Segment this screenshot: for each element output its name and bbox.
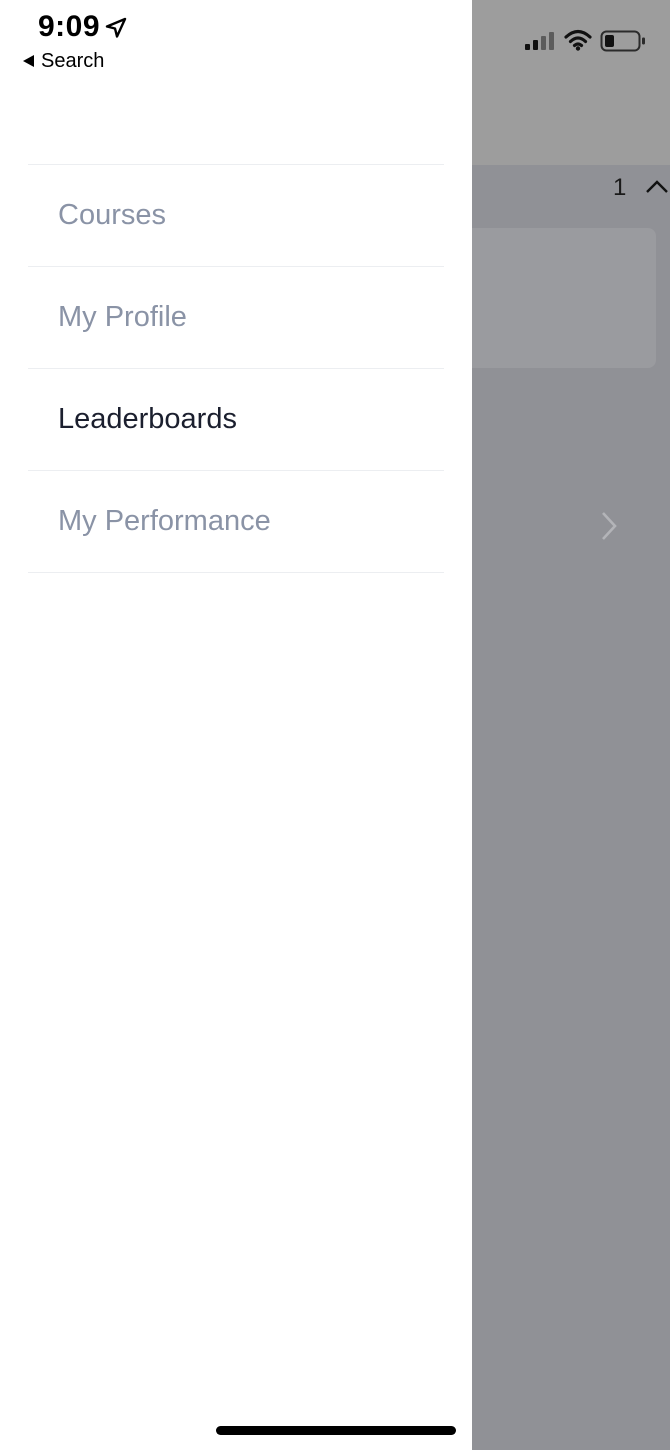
- battery-icon: [600, 30, 645, 52]
- chevron-up-icon: [646, 180, 668, 193]
- back-to-search-link[interactable]: Search: [22, 49, 104, 73]
- screen: 1 9:09 Search Courses My Profile Leaderb…: [0, 0, 670, 1450]
- cellular-signal-icon: [525, 32, 554, 50]
- menu-item-courses[interactable]: Courses: [28, 164, 444, 266]
- background-count: 1: [613, 174, 627, 201]
- background-header: [472, 0, 670, 165]
- location-arrow-icon: [105, 17, 127, 38]
- back-label: Search: [41, 49, 105, 72]
- menu-divider: [28, 572, 444, 573]
- wifi-icon: [564, 29, 592, 51]
- chevron-right-icon: [602, 512, 617, 540]
- background-card: [472, 228, 656, 540]
- menu-item-my-performance[interactable]: My Performance: [28, 470, 444, 572]
- menu-item-my-profile[interactable]: My Profile: [28, 266, 444, 368]
- home-indicator[interactable]: [216, 1426, 456, 1435]
- drawer-menu: Courses My Profile Leaderboards My Perfo…: [28, 164, 444, 573]
- menu-item-leaderboards[interactable]: Leaderboards: [28, 368, 444, 470]
- back-triangle-icon: [23, 55, 34, 67]
- background-overlay[interactable]: 1: [472, 0, 670, 1450]
- navigation-drawer: 9:09 Search Courses My Profile Leaderboa…: [0, 0, 472, 1450]
- status-time: 9:09: [38, 10, 101, 43]
